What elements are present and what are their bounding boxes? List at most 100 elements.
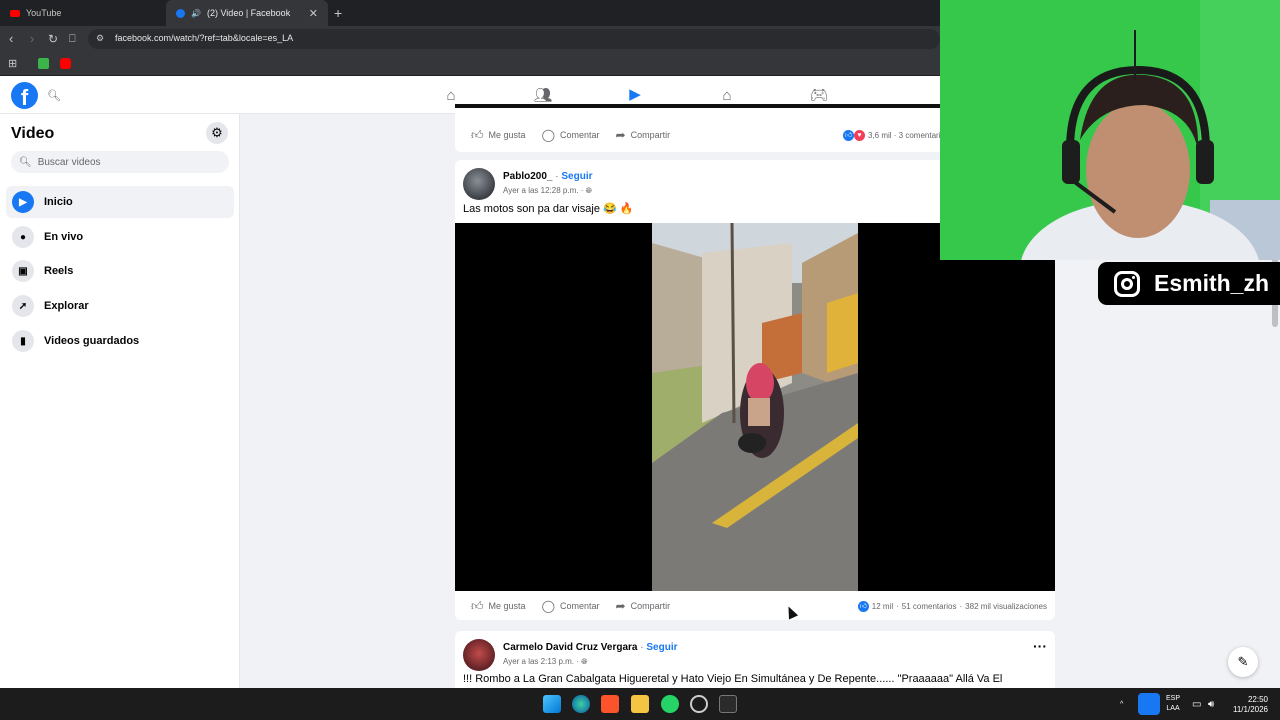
- post-stats: 👍︎ ♥ 3,6 mil · 3 comentarios: [843, 130, 949, 141]
- address-bar-row: ‹ › ↻ ⎕ ⚙ facebook.com/watch/?ref=tab&lo…: [0, 26, 940, 52]
- share-label: Compartir: [630, 130, 671, 140]
- post-stats: 👍︎ 12 mil · 51 comentarios · 382 mil vis…: [857, 601, 1047, 612]
- search-icon: 🔍︎: [19, 156, 32, 168]
- share-label: Compartir: [630, 601, 671, 611]
- play-icon: ▶: [12, 191, 34, 213]
- author-name[interactable]: Carmelo David Cruz Vergara: [503, 642, 638, 653]
- post-time[interactable]: Ayer a las 2:13 p.m.: [503, 657, 574, 666]
- share-icon: ➦: [615, 128, 626, 142]
- like-label: Me gusta: [488, 601, 526, 611]
- search-videos-input[interactable]: [37, 156, 218, 168]
- sidebar-item-en-vivo[interactable]: ● En vivo: [6, 221, 234, 253]
- share-button[interactable]: ➦ Compartir: [616, 599, 671, 613]
- sidebar-item-label: Reels: [44, 265, 74, 277]
- reload-icon[interactable]: ↻: [48, 32, 58, 46]
- tab-youtube[interactable]: YouTube: [0, 0, 166, 26]
- forward-icon[interactable]: ›: [30, 32, 34, 46]
- search-videos-field[interactable]: 🔍︎: [11, 151, 229, 173]
- share-button[interactable]: ➦ Compartir: [616, 128, 671, 142]
- settings-gear-icon[interactable]: ⚙: [206, 122, 228, 144]
- comment-label: Comentar: [560, 130, 600, 140]
- post-time[interactable]: Ayer a las 12:28 p.m.: [503, 186, 578, 195]
- thumbs-up-icon: 👍︎: [471, 127, 484, 142]
- bookmark-page-icon[interactable]: ⎕: [69, 32, 76, 46]
- sidebar-title: Video: [11, 125, 55, 142]
- comment-label: Comentar: [560, 601, 600, 611]
- whatsapp-icon[interactable]: [661, 695, 679, 713]
- video-sidebar: Video ⚙ 🔍︎ ▶ Inicio ● En vivo ▣ Reels ➚ …: [0, 114, 240, 688]
- video-frame: [652, 223, 858, 591]
- site-info-icon[interactable]: ⚙: [96, 33, 104, 44]
- reaction-count[interactable]: 12 mil: [872, 602, 893, 611]
- avatar[interactable]: [463, 168, 495, 200]
- network-icon[interactable]: ▭: [1192, 688, 1201, 720]
- url-text: facebook.com/watch/?ref=tab&locale=es_LA: [115, 33, 294, 43]
- kick-bookmark-icon[interactable]: [38, 58, 49, 69]
- tab-title: YouTube: [26, 8, 62, 18]
- love-reaction-icon: ♥: [854, 130, 865, 141]
- language-indicator[interactable]: ESP LAA: [1166, 688, 1180, 720]
- tray-chevron-icon[interactable]: ^: [1120, 688, 1123, 720]
- apps-grid-icon[interactable]: ⊞: [8, 57, 19, 70]
- url-field[interactable]: ⚙ facebook.com/watch/?ref=tab&locale=es_…: [88, 29, 940, 49]
- follow-button[interactable]: Seguir: [561, 171, 592, 182]
- like-label: Me gusta: [488, 130, 526, 140]
- sidebar-item-label: Explorar: [44, 300, 89, 312]
- post-caption: Las motos son pa dar visaje 😂 🔥: [463, 203, 634, 215]
- volume-icon[interactable]: 🔊︎: [1208, 688, 1214, 720]
- post-author-line: Pablo200_ · Seguir: [503, 171, 593, 182]
- webcam-overlay: [940, 0, 1280, 260]
- reaction-count[interactable]: 3,6 mil · 3 comentarios: [868, 131, 949, 140]
- comment-count[interactable]: 51 comentarios: [902, 602, 957, 611]
- sidebar-item-inicio[interactable]: ▶ Inicio: [6, 186, 234, 218]
- post-author-line: Carmelo David Cruz Vergara · Seguir: [503, 642, 678, 653]
- post-meta: Ayer a las 2:13 p.m. · 🌐︎: [503, 657, 588, 667]
- like-reaction-icon: 👍︎: [843, 130, 854, 141]
- bookmark-icon: ▮: [12, 330, 34, 352]
- new-message-icon[interactable]: ✎: [1228, 647, 1258, 677]
- edge-icon[interactable]: [572, 695, 590, 713]
- sidebar-item-videos-guardados[interactable]: ▮ Videos guardados: [6, 325, 234, 357]
- author-name[interactable]: Pablo200_: [503, 171, 552, 182]
- instagram-icon: [1114, 270, 1140, 297]
- reels-icon: ▣: [12, 260, 34, 282]
- view-count: 382 mil visualizaciones: [965, 602, 1047, 611]
- obs-icon[interactable]: [690, 695, 708, 713]
- back-icon[interactable]: ‹: [9, 32, 13, 46]
- file-explorer-icon[interactable]: [631, 695, 649, 713]
- new-tab-icon[interactable]: +: [334, 5, 342, 21]
- clock-time: 22:50: [1247, 695, 1268, 704]
- facebook-icon: [176, 8, 185, 18]
- comment-button[interactable]: ◯ Comentar: [542, 128, 600, 142]
- tab-facebook[interactable]: 🔊 (2) Video | Facebook ✕: [166, 0, 328, 26]
- avatar[interactable]: [463, 639, 495, 671]
- video-player[interactable]: [455, 223, 1055, 591]
- youtube-icon: [10, 9, 20, 17]
- sidebar-item-reels[interactable]: ▣ Reels: [6, 255, 234, 287]
- brave-icon[interactable]: [601, 695, 619, 713]
- app-icon[interactable]: [719, 695, 737, 713]
- facebook-logo-icon[interactable]: f: [11, 82, 38, 109]
- post-actions: 👍︎ Me gusta ◯ Comentar ➦ Compartir: [471, 120, 686, 150]
- like-button[interactable]: 👍︎ Me gusta: [471, 599, 526, 614]
- language-code: ESP: [1166, 695, 1181, 702]
- sidebar-item-label: Videos guardados: [44, 335, 140, 347]
- sidebar-item-label: Inicio: [44, 196, 73, 208]
- system-clock[interactable]: 22:50 11/1/2026: [1226, 695, 1268, 715]
- microphone-icon[interactable]: [1138, 693, 1160, 715]
- windows-start-icon[interactable]: [543, 695, 561, 713]
- close-tab-icon[interactable]: ✕: [309, 7, 318, 20]
- follow-button[interactable]: Seguir: [646, 642, 677, 653]
- screen: YouTube 🔊 (2) Video | Facebook ✕ + ‹ › ↻…: [0, 0, 1280, 720]
- youtube-bookmark-icon[interactable]: [60, 58, 71, 69]
- instagram-handle-badge: Esmith_zh: [1098, 262, 1280, 305]
- speaker-icon: 🔊: [191, 8, 201, 18]
- more-options-icon[interactable]: ···: [1033, 638, 1047, 654]
- sidebar-item-explorar[interactable]: ➚ Explorar: [6, 290, 234, 322]
- like-button[interactable]: 👍︎ Me gusta: [471, 128, 526, 143]
- tab-title: (2) Video | Facebook: [206, 8, 291, 18]
- comment-button[interactable]: ◯ Comentar: [542, 599, 600, 613]
- search-icon[interactable]: 🔍︎: [47, 89, 61, 102]
- globe-icon: · 🌐︎: [576, 657, 588, 666]
- street-scene-image: [652, 223, 858, 591]
